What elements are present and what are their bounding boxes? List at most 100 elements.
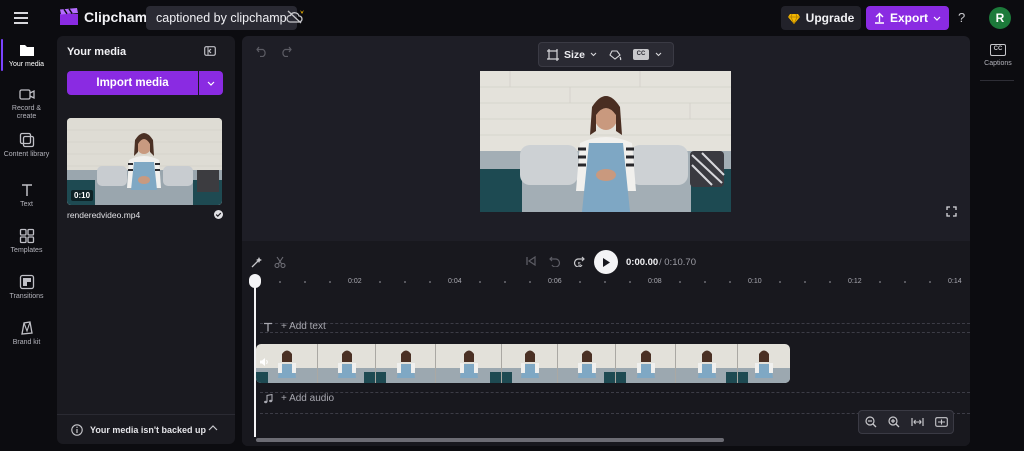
help-button[interactable]: ? — [958, 10, 965, 25]
ruler-dot — [529, 281, 531, 283]
nav-item-text[interactable]: Text — [2, 182, 51, 209]
backup-notice[interactable]: Your media isn't backed up — [57, 414, 235, 444]
editor-area: Size CC 5 0:00.00 / 0:10.70 0:02 0:04 0:… — [242, 36, 970, 446]
fit-to-width-icon[interactable] — [910, 417, 924, 427]
info-icon — [71, 424, 83, 436]
clip-frame — [676, 344, 738, 383]
chevron-down-icon — [590, 52, 597, 57]
nav-item-transitions[interactable]: Transitions — [2, 274, 51, 301]
ruler-dot — [404, 281, 406, 283]
chevron-up-icon[interactable] — [208, 425, 218, 431]
import-media-dropdown[interactable] — [199, 71, 223, 95]
nav-label: Your media — [8, 61, 45, 68]
export-label: Export — [889, 11, 928, 25]
text-track[interactable] — [260, 323, 970, 333]
export-button[interactable]: Export — [866, 6, 949, 30]
playhead[interactable] — [254, 279, 256, 437]
upgrade-button[interactable]: Upgrade — [781, 6, 861, 30]
crop-resize-icon — [547, 48, 559, 61]
captions-label: Captions — [984, 60, 1012, 67]
redo-icon[interactable] — [280, 46, 292, 57]
background-fill-icon[interactable] — [609, 49, 623, 61]
ruler-dot — [304, 281, 306, 283]
split-scissors-icon[interactable] — [274, 256, 286, 268]
timeline-view-icon[interactable] — [934, 417, 948, 427]
upgrade-label: Upgrade — [805, 11, 855, 25]
hamburger-menu-icon[interactable] — [14, 10, 32, 26]
play-icon — [603, 257, 610, 267]
nav-item-record-create[interactable]: Record & create — [2, 86, 51, 121]
ruler-dot — [479, 281, 481, 283]
ruler-dot — [904, 281, 906, 283]
content-library-icon — [19, 132, 35, 148]
import-media-button[interactable]: Import media — [67, 71, 198, 95]
captions-cc-icon: CC — [633, 49, 650, 60]
captions-toggle[interactable]: CC — [633, 49, 662, 60]
transitions-icon — [19, 274, 35, 290]
add-text-button[interactable]: + Add text — [263, 321, 326, 332]
video-preview[interactable] — [480, 71, 731, 212]
play-button[interactable] — [594, 250, 618, 274]
ruler-tick-label: 0:12 — [848, 278, 862, 285]
ruler-tick-label: 0:08 — [648, 278, 662, 285]
timeline-scrollbar[interactable] — [256, 438, 724, 442]
video-clip[interactable] — [256, 344, 790, 383]
current-time: 0:00.00 — [626, 257, 659, 268]
ruler-tick-label: 0:06 — [548, 278, 562, 285]
ruler-dot — [604, 281, 606, 283]
captions-panel-button[interactable]: CC Captions — [982, 44, 1014, 67]
zoom-in-icon[interactable] — [887, 416, 900, 428]
speaker-icon[interactable] — [259, 357, 270, 367]
undo-icon[interactable] — [256, 46, 268, 57]
chevron-down-icon — [655, 52, 662, 57]
project-name-field[interactable]: captioned by clipchamp — [146, 6, 297, 30]
add-text-label: + Add text — [281, 321, 326, 332]
magic-wand-icon[interactable] — [251, 256, 263, 268]
ruler-dot — [804, 281, 806, 283]
templates-icon — [19, 228, 35, 244]
ruler-dot — [879, 281, 881, 283]
brand-kit-icon — [19, 320, 35, 336]
nav-label: Brand kit — [12, 339, 41, 346]
add-audio-button[interactable]: + Add audio — [263, 393, 334, 404]
media-panel-title: Your media — [67, 46, 127, 58]
media-filename: renderedvideo.mp4 — [67, 210, 141, 220]
ruler-dot — [329, 281, 331, 283]
ruler-tick-label: 0:02 — [348, 278, 362, 285]
rewind-5-seconds-icon[interactable] — [549, 255, 561, 267]
check-circle-icon — [214, 210, 223, 219]
clipchamp-logo-icon — [59, 8, 79, 26]
clip-frame — [318, 344, 376, 383]
ruler-dot — [779, 281, 781, 283]
total-duration: / 0:10.70 — [659, 257, 696, 268]
nav-item-templates[interactable]: Templates — [2, 228, 51, 255]
forward-5-seconds-icon[interactable]: 5 — [573, 255, 585, 267]
preview-frame-image — [480, 71, 731, 212]
size-button[interactable]: Size — [539, 48, 597, 61]
top-bar: Clipchamp captioned by clipchamp Upgrade… — [0, 0, 1024, 36]
text-icon — [19, 182, 35, 198]
nav-item-your-media[interactable]: Your media — [2, 42, 51, 69]
ruler-dot — [679, 281, 681, 283]
nav-label: Templates — [10, 247, 43, 254]
nav-item-content-library[interactable]: Content library — [2, 132, 51, 159]
cloud-sync-off-icon[interactable] — [286, 10, 304, 24]
upload-icon — [874, 12, 884, 24]
ruler-tick-label: 0:14 — [948, 278, 962, 285]
collapse-panel-icon[interactable] — [204, 46, 216, 56]
ruler-dot — [704, 281, 706, 283]
closed-captions-icon: CC — [990, 44, 1006, 56]
nav-item-brand-kit[interactable]: Brand kit — [2, 320, 51, 347]
zoom-controls — [858, 410, 954, 434]
playhead-handle[interactable] — [249, 274, 261, 288]
backup-notice-text: Your media isn't backed up — [90, 425, 206, 435]
ruler-dot — [629, 281, 631, 283]
ruler-dot — [504, 281, 506, 283]
skip-to-start-icon[interactable] — [525, 255, 537, 267]
media-duration-badge: 0:10 — [71, 190, 94, 201]
avatar[interactable]: R — [989, 7, 1011, 29]
ruler-dot — [729, 281, 731, 283]
zoom-out-icon[interactable] — [864, 416, 877, 428]
fullscreen-icon[interactable] — [946, 206, 957, 217]
ruler-dot — [429, 281, 431, 283]
